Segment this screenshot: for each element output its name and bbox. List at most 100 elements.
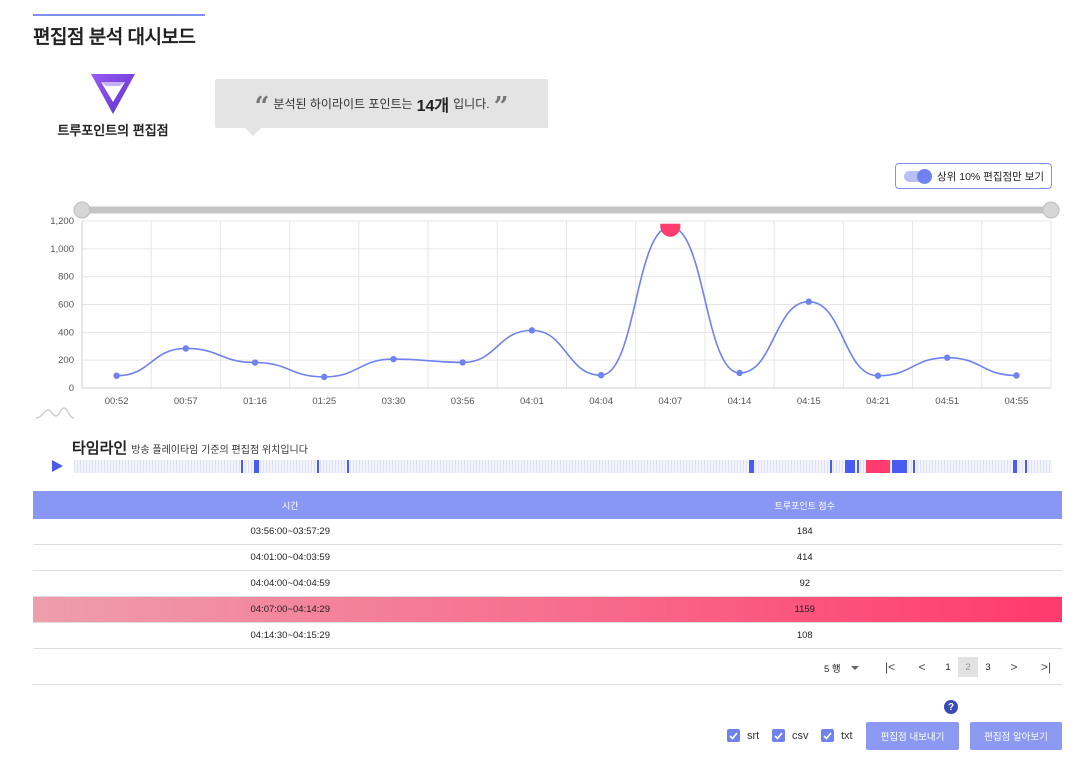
- data-point[interactable]: [1013, 372, 1020, 379]
- learn-more-button[interactable]: 편집점 알아보기: [970, 722, 1062, 750]
- summary-suffix: 입니다.: [453, 97, 490, 111]
- caret-down-icon: [850, 666, 859, 670]
- x-tick-label: 04:14: [728, 396, 752, 407]
- timeline-mark[interactable]: [891, 460, 908, 473]
- y-tick-label: 0: [69, 383, 74, 394]
- table-row[interactable]: 04:01:00~04:03:59 414: [33, 545, 1062, 571]
- summary-prefix: 분석된 하이라이트 포인트는: [273, 97, 413, 111]
- data-point[interactable]: [736, 369, 743, 377]
- truepoint-logo-icon: [91, 74, 135, 114]
- page-1[interactable]: 1: [938, 657, 958, 677]
- data-point[interactable]: [182, 345, 190, 352]
- range-slider-handle-end[interactable]: [1042, 201, 1060, 219]
- timeline-mark[interactable]: [1012, 460, 1017, 473]
- timeline-mark[interactable]: [913, 460, 916, 473]
- table-row[interactable]: 03:56:00~03:57:29 184: [33, 519, 1062, 545]
- data-point[interactable]: [874, 372, 882, 379]
- data-point[interactable]: [459, 359, 466, 366]
- play-icon[interactable]: [52, 460, 63, 472]
- timeline-mark[interactable]: [857, 460, 860, 473]
- pagination: 5 행 |< < 1 2 3 > >|: [33, 650, 1062, 685]
- prev-page-icon[interactable]: <: [912, 657, 932, 677]
- page-3[interactable]: 3: [978, 657, 998, 677]
- next-page-icon[interactable]: >: [1004, 657, 1024, 677]
- format-srt-checkbox[interactable]: srt: [727, 729, 759, 742]
- open-quote-icon: “: [254, 91, 270, 122]
- timeline-mark[interactable]: [829, 460, 832, 473]
- cell-score: 108: [796, 630, 813, 641]
- cell-score: 184: [796, 526, 813, 537]
- timeline-mark[interactable]: [253, 460, 259, 473]
- help-icon[interactable]: ?: [944, 700, 958, 714]
- timeline-subtitle: 방송 플레이타임 기준의 편집점 위치입니다: [131, 445, 308, 456]
- data-point[interactable]: [805, 298, 812, 305]
- x-tick-label: 00:52: [105, 396, 129, 407]
- timeline-mark[interactable]: [346, 460, 349, 473]
- data-point[interactable]: [113, 372, 120, 379]
- close-quote-icon: ”: [493, 91, 509, 122]
- format-txt-label: txt: [841, 729, 853, 742]
- timeline-track[interactable]: [74, 460, 1052, 473]
- summary-count: 14개: [416, 97, 450, 115]
- timeline-title: 타임라인: [72, 440, 128, 457]
- first-page-icon[interactable]: |<: [880, 657, 900, 677]
- toggle-switch[interactable]: [904, 168, 932, 184]
- x-tick-label: 03:30: [382, 396, 406, 407]
- x-tick-label: 04:55: [1005, 396, 1029, 407]
- timeline-mark-top[interactable]: [866, 460, 890, 473]
- check-icon: [821, 729, 834, 742]
- highlight-peak-cap: [660, 223, 681, 228]
- data-point[interactable]: [390, 355, 397, 363]
- timeline-mark[interactable]: [316, 460, 320, 473]
- format-csv-label: csv: [792, 729, 809, 742]
- cell-score: 1159: [794, 604, 815, 615]
- highlight-peak-marker[interactable]: [660, 226, 681, 237]
- toggle-label: 상위 10% 편집점만 보기: [937, 170, 1045, 183]
- format-csv-checkbox[interactable]: csv: [772, 729, 809, 742]
- x-tick-label: 04:51: [935, 396, 959, 407]
- page-2[interactable]: 2: [958, 657, 978, 677]
- export-button[interactable]: 편집점 내보내기: [866, 722, 959, 750]
- x-tick-label: 04:07: [658, 396, 682, 407]
- timeline-mark[interactable]: [1024, 460, 1027, 473]
- table-row[interactable]: 04:14:30~04:15:29 108: [33, 623, 1062, 649]
- data-point[interactable]: [943, 354, 951, 361]
- timeline-mark[interactable]: [241, 460, 244, 473]
- y-tick-label: 1,200: [50, 216, 74, 227]
- column-header-time: 시간: [281, 500, 299, 511]
- data-point[interactable]: [321, 373, 328, 381]
- x-tick-label: 01:25: [312, 396, 336, 407]
- y-tick-label: 400: [58, 327, 74, 338]
- timeline-mark[interactable]: [844, 460, 856, 473]
- cell-time: 04:14:30~04:15:29: [250, 630, 330, 641]
- data-point[interactable]: [597, 371, 605, 379]
- score-table: 시간 트루포인트 점수 03:56:00~03:57:29 184 04:01:…: [33, 491, 1062, 649]
- page-title: 편집점 분석 대시보드: [33, 27, 196, 48]
- format-txt-checkbox[interactable]: txt: [821, 729, 853, 742]
- table-row-highlighted[interactable]: 04:07:00~04:14:29 1159: [33, 597, 1062, 623]
- y-tick-label: 600: [58, 300, 74, 311]
- toggle-knob: [917, 168, 932, 184]
- brand-label: 트루포인트의 편집점: [57, 123, 169, 138]
- cell-time: 04:07:00~04:14:29: [250, 604, 330, 615]
- overview-wave-icon: [36, 407, 74, 419]
- x-tick-label: 01:16: [243, 396, 267, 407]
- table-header: 시간 트루포인트 점수: [33, 491, 1062, 519]
- rows-per-page-select[interactable]: 5 행: [824, 661, 859, 675]
- check-icon: [772, 729, 785, 742]
- cell-time: 03:56:00~03:57:29: [250, 526, 330, 537]
- x-tick-label: 04:01: [520, 396, 544, 407]
- data-point[interactable]: [251, 359, 259, 366]
- range-slider-handle-start[interactable]: [73, 201, 91, 219]
- format-srt-label: srt: [747, 729, 760, 742]
- y-tick-label: 1,000: [50, 244, 74, 255]
- cell-time: 04:04:00~04:04:59: [250, 578, 330, 589]
- column-header-score: 트루포인트 점수: [774, 500, 835, 511]
- cell-score: 414: [796, 552, 813, 563]
- last-page-icon[interactable]: >|: [1036, 657, 1056, 677]
- timeline-mark[interactable]: [748, 460, 754, 473]
- top10-toggle[interactable]: 상위 10% 편집점만 보기: [895, 163, 1052, 189]
- data-point[interactable]: [528, 327, 536, 334]
- table-row[interactable]: 04:04:00~04:04:59 92: [33, 571, 1062, 597]
- y-tick-label: 200: [58, 355, 74, 366]
